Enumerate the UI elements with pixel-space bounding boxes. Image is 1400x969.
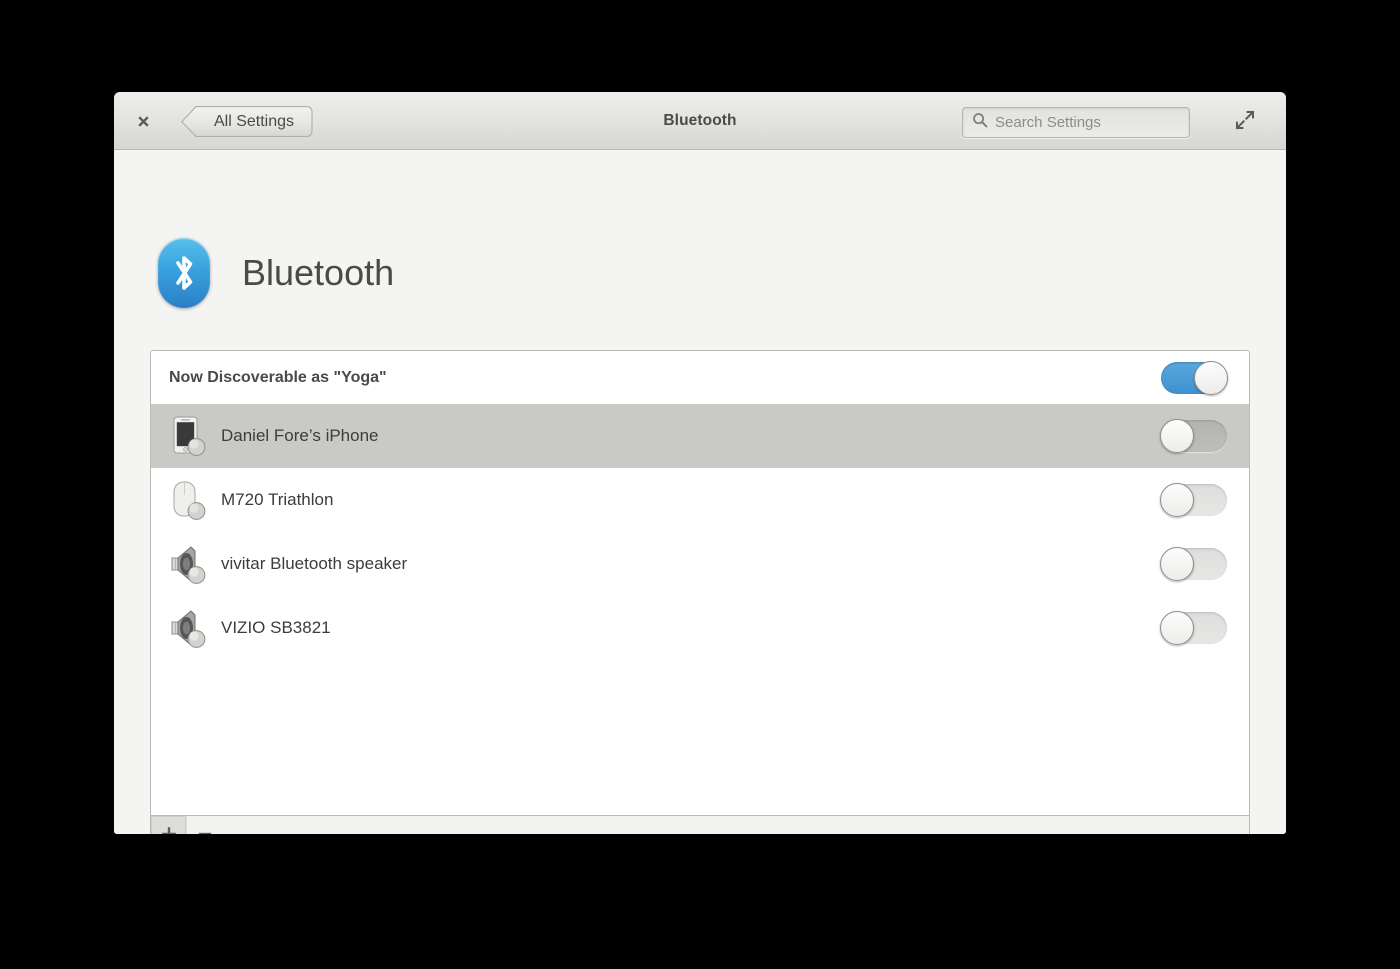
device-row[interactable]: Daniel Fore’s iPhone bbox=[151, 404, 1249, 468]
maximize-icon bbox=[1235, 110, 1255, 135]
discoverable-row[interactable]: Now Discoverable as "Yoga" bbox=[151, 351, 1249, 404]
mouse-icon bbox=[167, 478, 211, 522]
all-settings-back-button[interactable]: All Settings bbox=[181, 106, 313, 137]
toggle-switch-off[interactable] bbox=[1160, 419, 1227, 453]
search-input[interactable]: Search Settings bbox=[962, 107, 1190, 138]
maximize-button[interactable] bbox=[1232, 109, 1258, 135]
toggle-knob bbox=[1160, 419, 1194, 453]
close-icon bbox=[136, 114, 151, 129]
device-toggle[interactable] bbox=[1160, 483, 1227, 517]
device-name: VIZIO SB3821 bbox=[221, 618, 331, 637]
device-row[interactable]: M720 Triathlon bbox=[151, 468, 1249, 532]
toggle-knob bbox=[1194, 360, 1228, 395]
toggle-knob bbox=[1160, 611, 1194, 645]
device-toggle[interactable] bbox=[1160, 611, 1227, 645]
toggle-switch-off[interactable] bbox=[1160, 547, 1227, 581]
toggle-knob bbox=[1160, 547, 1194, 581]
speaker-icon bbox=[167, 542, 211, 586]
search-placeholder: Search Settings bbox=[995, 114, 1101, 131]
panel-toolbar bbox=[151, 815, 1249, 834]
device-list: Now Discoverable as "Yoga" Daniel Fore’s… bbox=[151, 351, 1249, 815]
page-title: Bluetooth bbox=[242, 252, 395, 293]
page-header: Bluetooth bbox=[158, 238, 394, 308]
bluetooth-icon bbox=[158, 238, 210, 308]
all-settings-label: All Settings bbox=[213, 112, 295, 130]
device-name: vivitar Bluetooth speaker bbox=[221, 554, 408, 573]
settings-window: All Settings Bluetooth Search Settings B… bbox=[114, 92, 1286, 834]
toggle-switch-off[interactable] bbox=[1160, 483, 1227, 517]
toggle-switch-off[interactable] bbox=[1160, 611, 1227, 645]
device-list-panel: Now Discoverable as "Yoga" Daniel Fore’s… bbox=[150, 350, 1250, 834]
device-name: M720 Triathlon bbox=[221, 490, 334, 509]
minus-icon bbox=[196, 825, 214, 834]
plus-icon bbox=[160, 825, 178, 834]
device-row[interactable]: VIZIO SB3821 bbox=[151, 596, 1249, 660]
device-toggle[interactable] bbox=[1160, 547, 1227, 581]
discoverable-label: Now Discoverable as "Yoga" bbox=[169, 368, 387, 386]
toggle-switch-on[interactable] bbox=[1161, 360, 1228, 395]
toggle-knob bbox=[1160, 483, 1194, 517]
search-icon bbox=[972, 112, 988, 133]
device-row[interactable]: vivitar Bluetooth speaker bbox=[151, 532, 1249, 596]
device-name: Daniel Fore’s iPhone bbox=[221, 426, 379, 445]
window-body: Bluetooth Now Discoverable as "Yoga" Dan… bbox=[114, 150, 1286, 834]
close-button[interactable] bbox=[128, 106, 158, 136]
add-device-button[interactable] bbox=[151, 816, 187, 834]
phone-icon bbox=[167, 414, 211, 458]
remove-device-button[interactable] bbox=[187, 816, 223, 834]
discoverable-toggle[interactable] bbox=[1161, 360, 1228, 395]
speaker-icon bbox=[167, 606, 211, 650]
device-toggle[interactable] bbox=[1160, 419, 1227, 453]
window-titlebar: All Settings Bluetooth Search Settings bbox=[114, 92, 1286, 150]
